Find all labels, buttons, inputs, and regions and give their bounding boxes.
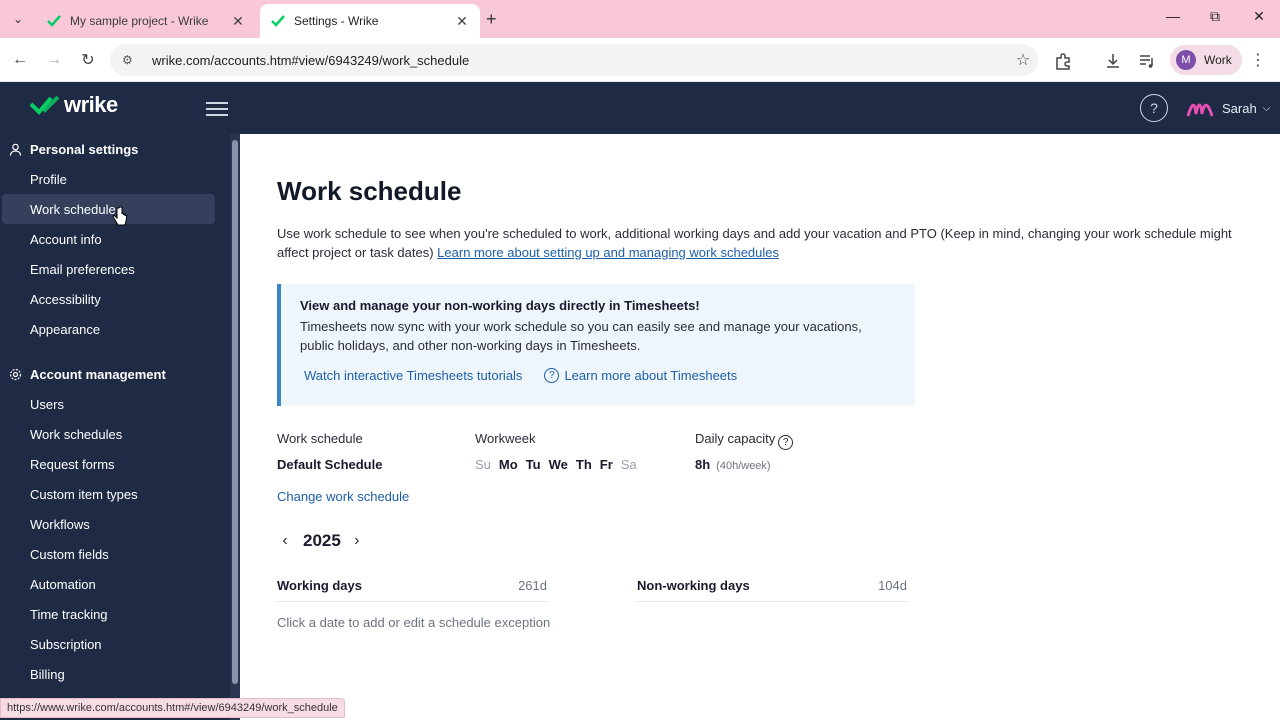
day-saturday: Sa (620, 457, 637, 472)
bookmark-star-icon[interactable]: ☆ (1008, 50, 1038, 70)
hamburger-menu-icon[interactable] (206, 98, 228, 118)
day-tuesday: Tu (525, 457, 541, 472)
daily-capacity-label: Daily capacity? (695, 431, 794, 450)
sidebar-item-email-preferences[interactable]: Email preferences (2, 254, 215, 284)
user-name: Sarah (1222, 100, 1257, 116)
tab-title: Settings - Wrike (294, 14, 379, 28)
person-icon (8, 143, 22, 157)
banner-title: View and manage your non-working days di… (300, 298, 700, 313)
sidebar-item-work-schedule[interactable]: Work schedule (2, 194, 215, 224)
hand-cursor-icon (112, 206, 127, 226)
sidebar-item-accessibility[interactable]: Accessibility (2, 284, 215, 314)
sidebar-item-time-tracking[interactable]: Time tracking (2, 599, 215, 629)
help-circle-icon: ? (544, 368, 560, 383)
sidebar-item-work-schedules[interactable]: Work schedules (2, 419, 215, 449)
wrike-check-logo-icon (30, 95, 60, 115)
chevron-left-icon[interactable]: ‹ (277, 532, 293, 550)
day-sunday: Su (475, 457, 491, 472)
account-logo-icon (1186, 103, 1214, 117)
close-tab-icon[interactable]: ✕ (230, 13, 246, 30)
sidebar-item-billing[interactable]: Billing (2, 659, 215, 689)
sidebar-item-appearance[interactable]: Appearance (2, 314, 215, 344)
working-days-stat: Working days 261d (277, 578, 547, 602)
logo-text: wrike (64, 92, 118, 117)
gear-icon (8, 368, 22, 382)
year-navigator: ‹ 2025 › (277, 531, 365, 551)
browser-profile-button[interactable]: M Work (1170, 45, 1242, 75)
personal-settings-heading: Personal settings (8, 142, 138, 157)
chevron-right-icon[interactable]: › (349, 532, 365, 550)
wrike-favicon-icon (46, 13, 62, 29)
browser-toolbar: ← → ↻ ⚙ wrike.com/accounts.htm#view/6943… (0, 38, 1280, 82)
tab-title: My sample project - Wrike (70, 14, 209, 28)
sidebar-item-subscription[interactable]: Subscription (2, 629, 215, 659)
avatar: M (1176, 50, 1196, 70)
daily-capacity-value: 8h (40h/week) (695, 457, 771, 472)
work-schedule-panel: Work schedule Use work schedule to see w… (240, 134, 1280, 720)
sidebar-item-profile[interactable]: Profile (2, 164, 215, 194)
sidebar-item-users[interactable]: Users (2, 389, 215, 419)
schedule-exception-hint: Click a date to add or edit a schedule e… (277, 615, 551, 630)
minimize-icon[interactable]: — (1158, 8, 1188, 24)
day-wednesday: We (548, 457, 568, 472)
workweek-days: Su Mo Tu We Th Fr Sa (475, 457, 645, 472)
sidebar-item-custom-fields[interactable]: Custom fields (2, 539, 215, 569)
account-management-heading: Account management (8, 367, 166, 382)
day-monday: Mo (498, 457, 518, 472)
browser-tab-strip: ⌄ My sample project - Wrike ✕ Settings -… (0, 0, 1280, 38)
schedule-name: Default Schedule (277, 457, 383, 472)
browser-tab-settings[interactable]: Settings - Wrike ✕ (260, 4, 480, 38)
sidebar-item-workflows[interactable]: Workflows (2, 509, 215, 539)
wrike-favicon-icon (270, 13, 286, 29)
capacity-help-icon[interactable]: ? (778, 435, 794, 450)
year-label: 2025 (303, 531, 341, 550)
back-arrow-icon[interactable]: ← (8, 48, 32, 72)
site-settings-icon[interactable]: ⚙ (122, 53, 140, 67)
forward-arrow-icon[interactable]: → (42, 48, 66, 72)
sidebar-item-automation[interactable]: Automation (2, 569, 215, 599)
day-friday: Fr (599, 457, 613, 472)
extensions-puzzle-icon[interactable] (1052, 50, 1074, 72)
more-menu-icon[interactable]: ⋮ (1250, 50, 1266, 70)
help-icon[interactable]: ? (1140, 94, 1168, 122)
chevron-down-icon: ⌵ (1262, 102, 1271, 114)
media-queue-icon[interactable] (1136, 50, 1158, 72)
learn-more-work-schedules-link[interactable]: Learn more about setting up and managing… (437, 245, 779, 260)
sidebar-item-account-info[interactable]: Account info (2, 224, 215, 254)
intro-text: Use work schedule to see when you're sch… (277, 226, 1232, 260)
address-bar[interactable]: ⚙ wrike.com/accounts.htm#view/6943249/wo… (110, 44, 1038, 76)
user-menu[interactable]: Sarah ⌵ (1186, 96, 1270, 120)
page-title: Work schedule (277, 176, 462, 206)
reload-icon[interactable]: ↻ (76, 48, 100, 72)
sidebar-item-custom-item-types[interactable]: Custom item types (2, 479, 215, 509)
watch-tutorials-link[interactable]: Watch interactive Timesheets tutorials (304, 368, 522, 383)
browser-tab-project[interactable]: My sample project - Wrike ✕ (36, 4, 256, 38)
work-schedule-label: Work schedule (277, 431, 363, 446)
timesheets-info-banner: View and manage your non-working days di… (277, 284, 915, 406)
non-working-days-stat: Non-working days 104d (637, 578, 907, 602)
restore-icon[interactable]: ⧉ (1200, 8, 1230, 25)
sidebar-item-request-forms[interactable]: Request forms (2, 449, 215, 479)
sidebar-scroll-thumb[interactable] (232, 140, 238, 684)
change-work-schedule-link[interactable]: Change work schedule (277, 489, 409, 504)
new-tab-plus-icon[interactable]: + (486, 9, 497, 30)
day-thursday: Th (575, 457, 592, 472)
wrike-logo[interactable]: wrike (30, 92, 118, 118)
url-text[interactable]: wrike.com/accounts.htm#view/6943249/work… (152, 53, 1008, 68)
download-icon[interactable] (1102, 50, 1124, 72)
close-tab-icon[interactable]: ✕ (454, 13, 470, 30)
banner-body: Timesheets now sync with your work sched… (300, 319, 862, 353)
window-close-icon[interactable]: ✕ (1244, 8, 1274, 25)
learn-more-timesheets-link[interactable]: Learn more about Timesheets (564, 368, 737, 383)
app-header: wrike ? Sarah ⌵ (0, 82, 1280, 134)
profile-label: Work (1204, 53, 1232, 67)
workweek-label: Workweek (475, 431, 536, 446)
tab-search-chevron-icon[interactable]: ⌄ (6, 8, 30, 30)
status-bar-url: https://www.wrike.com/accounts.htm#/view… (0, 698, 345, 718)
